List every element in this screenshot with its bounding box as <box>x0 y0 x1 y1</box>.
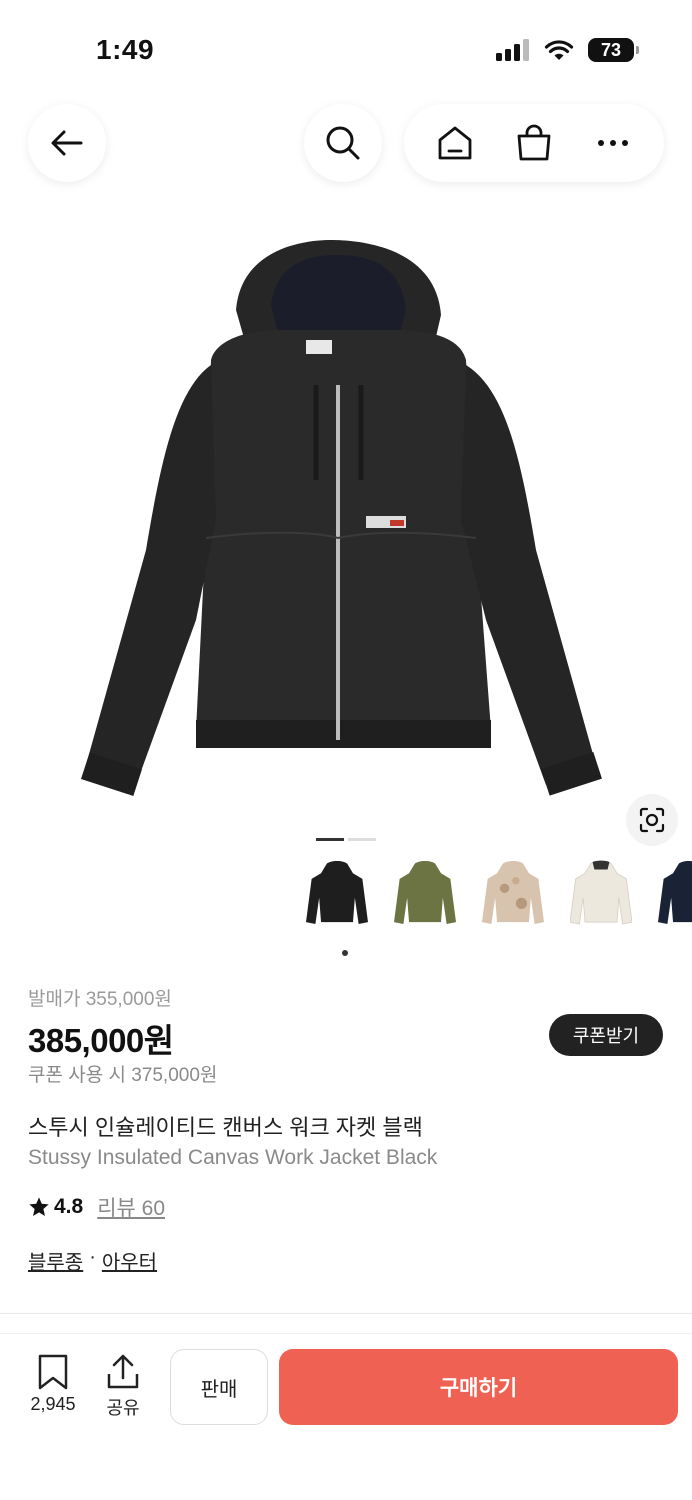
status-bar: 1:49 73 <box>0 0 692 100</box>
sell-button[interactable]: 판매 <box>170 1349 268 1425</box>
save-button[interactable]: 2,945 <box>24 1354 82 1415</box>
product-image[interactable] <box>0 200 692 840</box>
cart-button[interactable] <box>509 118 559 168</box>
arrow-left-icon <box>51 130 83 156</box>
search-icon <box>326 126 360 160</box>
rating-row: 4.8 리뷰 60 <box>28 1192 165 1222</box>
more-button[interactable] <box>588 118 638 168</box>
thumbnail-cream[interactable] <box>570 858 632 948</box>
share-button[interactable]: 공유 <box>98 1354 148 1420</box>
color-thumbnails <box>306 858 692 948</box>
product-name-korean: 스투시 인슐레이티드 캔버스 워크 자켓 블랙 <box>28 1115 423 1140</box>
bookmark-icon <box>38 1354 68 1390</box>
thumbnail-camo[interactable] <box>482 858 544 948</box>
pager-indicator <box>348 838 376 841</box>
save-count: 2,945 <box>30 1394 76 1414</box>
more-horizontal-icon <box>597 140 628 146</box>
status-icons: 73 <box>496 38 639 62</box>
star-icon <box>29 1197 49 1216</box>
selected-thumbnail-dot <box>342 950 348 956</box>
jacket-thumbnail <box>658 861 692 924</box>
category-breadcrumb: 블루종 · 아우터 <box>28 1246 157 1275</box>
shopping-bag-icon <box>517 124 551 161</box>
jacket-thumbnail <box>570 860 632 925</box>
jacket-thumbnail <box>394 861 456 924</box>
status-time: 1:49 <box>96 34 155 65</box>
category-link-blouson[interactable]: 블루종 <box>28 1246 83 1275</box>
pager-indicator-active <box>316 838 344 841</box>
jacket-thumbnail <box>482 861 544 924</box>
share-icon <box>107 1354 139 1389</box>
home-button[interactable] <box>430 118 480 168</box>
divider <box>0 1313 692 1314</box>
back-button[interactable] <box>28 104 106 182</box>
thumbnail-navy[interactable] <box>658 858 692 948</box>
get-coupon-button[interactable]: 쿠폰받기 <box>549 1014 663 1056</box>
product-price: 385,000원 <box>28 1022 174 1059</box>
thumbnail-black[interactable] <box>306 858 368 948</box>
release-price: 발매가 355,000원 <box>28 989 172 1010</box>
review-link[interactable]: 리뷰 60 <box>97 1192 165 1222</box>
image-search-button[interactable] <box>626 794 678 846</box>
category-separator: · <box>89 1246 96 1268</box>
jacket-thumbnail <box>306 861 368 924</box>
category-link-outer[interactable]: 아우터 <box>102 1246 157 1275</box>
nav-action-group <box>404 104 664 182</box>
bottom-action-bar: 2,945 공유 판매 구매하기 <box>0 1334 692 1500</box>
image-pager <box>316 838 376 841</box>
product-name-english: Stussy Insulated Canvas Work Jacket Blac… <box>28 1146 438 1169</box>
coupon-price: 쿠폰 사용 시 375,000원 <box>28 1065 218 1086</box>
signal-icon <box>496 39 529 61</box>
scan-icon <box>639 807 665 833</box>
search-button[interactable] <box>304 104 382 182</box>
share-label: 공유 <box>106 1398 140 1418</box>
jacket-illustration <box>80 240 602 796</box>
home-icon <box>438 126 472 160</box>
wifi-icon <box>544 40 574 60</box>
rating-value: 4.8 <box>54 1195 84 1218</box>
buy-button[interactable]: 구매하기 <box>279 1349 678 1425</box>
battery-indicator: 73 <box>588 38 639 62</box>
thumbnail-olive[interactable] <box>394 858 456 948</box>
